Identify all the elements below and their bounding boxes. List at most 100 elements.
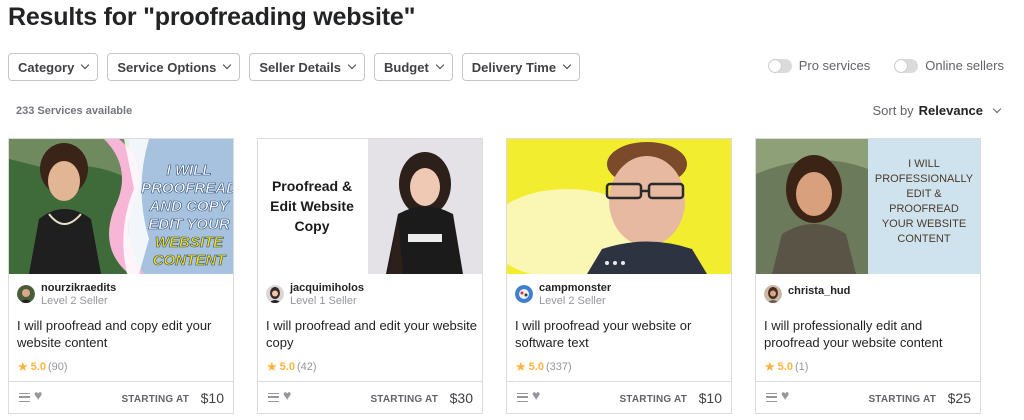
sort-value: Relevance: [918, 103, 983, 118]
toggle-switch[interactable]: [767, 58, 792, 73]
gig-price: $25: [947, 390, 971, 406]
toggle-group: Pro services Online sellers: [767, 58, 1004, 73]
image-caption: EDIT YOUR: [148, 216, 230, 233]
starting-at-label: STARTING AT: [868, 394, 936, 405]
filter-category[interactable]: Category: [8, 53, 99, 81]
rating-value: 5.0: [528, 361, 544, 373]
gig-title[interactable]: I will proofread your website or softwar…: [515, 317, 727, 351]
seller-name[interactable]: campmonster: [539, 282, 611, 295]
review-count: (90): [47, 361, 68, 373]
gig-card[interactable]: I WILL PROOFREAD AND COPY EDIT YOUR WEBS…: [8, 138, 234, 414]
filter-label: Delivery Time: [471, 59, 557, 75]
page-title: Results for "proofreading website": [8, 3, 416, 31]
toggle-knob: [895, 59, 908, 72]
heart-icon[interactable]: ♥: [34, 387, 42, 403]
gig-thumbnail[interactable]: I WILL PROOFREAD AND COPY EDIT YOUR WEBS…: [9, 139, 233, 274]
toggle-label: Pro services: [798, 58, 871, 73]
sort-dropdown[interactable]: Sort by Relevance: [872, 103, 1002, 118]
star-icon: ★: [17, 359, 29, 374]
heart-icon[interactable]: ♥: [781, 387, 789, 403]
image-caption: PROOFREAD: [889, 203, 959, 215]
image-caption: YOUR WEBSITE: [882, 218, 966, 230]
card-footer: ♥ STARTING AT $10: [507, 381, 731, 413]
image-caption: Edit Website: [270, 198, 354, 214]
gig-card[interactable]: campmonster Level 2 Seller I will proofr…: [506, 138, 732, 414]
image-caption: CONTENT: [897, 233, 950, 245]
heart-icon[interactable]: ♥: [532, 387, 540, 403]
filter-delivery-time[interactable]: Delivery Time: [461, 53, 581, 81]
toggle-label: Online sellers: [925, 58, 1004, 73]
filter-label: Service Options: [117, 59, 217, 75]
seller-level: Level 2 Seller: [539, 295, 606, 307]
rating-value: 5.0: [30, 361, 46, 373]
seller-name[interactable]: christa_hud: [788, 285, 850, 298]
image-caption: CONTENT: [153, 252, 227, 269]
filter-service-options[interactable]: Service Options: [107, 53, 241, 81]
avatar[interactable]: [17, 285, 35, 303]
toggle-switch[interactable]: [894, 58, 919, 73]
gig-rating: ★ 5.0 (90): [17, 359, 68, 375]
filter-bar: Category Service Options Seller Details …: [8, 53, 581, 81]
filter-budget[interactable]: Budget: [374, 53, 453, 81]
seller-info: nourzikraedits Level 2 Seller: [17, 282, 116, 308]
image-caption: EDIT &: [906, 188, 942, 200]
seller-info: christa_hud: [764, 282, 850, 303]
seller-level: Level 2 Seller: [41, 295, 108, 307]
image-caption: Proofread &: [272, 178, 352, 194]
card-footer: ♥ STARTING AT $30: [258, 381, 482, 413]
seller-level: Level 1 Seller: [290, 295, 357, 307]
menu-icon[interactable]: [19, 393, 30, 402]
gig-title[interactable]: I will professionally edit and proofread…: [764, 317, 976, 351]
menu-icon[interactable]: [268, 393, 279, 402]
thumbnail-image: I WILL PROFESSIONALLY EDIT & PROOFREAD Y…: [756, 139, 980, 274]
gig-rating: ★ 5.0 (1): [764, 359, 808, 375]
gig-price: $10: [698, 390, 722, 406]
seller-info: jacquimiholos Level 1 Seller: [266, 282, 364, 308]
avatar[interactable]: [764, 285, 782, 303]
menu-icon[interactable]: [766, 393, 777, 402]
chevron-down-icon: [81, 60, 90, 70]
image-caption: WEBSITE: [155, 234, 224, 251]
menu-icon[interactable]: [517, 393, 528, 402]
gig-thumbnail[interactable]: [507, 139, 731, 274]
gig-card[interactable]: Proofread & Edit Website Copy jacquimiho…: [257, 138, 483, 414]
image-caption: PROOFREAD: [141, 180, 233, 197]
gig-title[interactable]: I will proofread and copy edit your webs…: [17, 317, 229, 351]
sort-label: Sort by: [872, 103, 914, 118]
heart-icon[interactable]: ♥: [283, 387, 291, 403]
review-count: (1): [794, 361, 809, 373]
review-count: (42): [296, 361, 317, 373]
rating-value: 5.0: [777, 361, 793, 373]
gig-title[interactable]: I will proofread and edit your website c…: [266, 317, 478, 351]
star-icon: ★: [764, 359, 776, 374]
rating-value: 5.0: [279, 361, 295, 373]
image-caption: PROFESSIONALLY: [875, 173, 974, 185]
avatar[interactable]: [266, 285, 284, 303]
gig-rating: ★ 5.0 (42): [266, 359, 317, 375]
chevron-down-icon: [347, 60, 357, 70]
starting-at-label: STARTING AT: [370, 394, 438, 405]
filter-label: Seller Details: [259, 59, 341, 75]
filter-seller-details[interactable]: Seller Details: [249, 53, 365, 81]
chevron-down-icon: [223, 60, 232, 70]
pro-services-toggle[interactable]: Pro services: [767, 58, 871, 73]
seller-info: campmonster Level 2 Seller: [515, 282, 611, 308]
image-caption: AND COPY: [148, 198, 230, 215]
gig-thumbnail[interactable]: Proofread & Edit Website Copy: [258, 139, 482, 274]
star-icon: ★: [515, 359, 527, 374]
gig-card[interactable]: I WILL PROFESSIONALLY EDIT & PROOFREAD Y…: [755, 138, 981, 414]
thumbnail-image: [507, 139, 731, 274]
seller-name[interactable]: jacquimiholos: [290, 282, 364, 295]
gig-thumbnail[interactable]: I WILL PROFESSIONALLY EDIT & PROOFREAD Y…: [756, 139, 980, 274]
image-caption: I WILL: [167, 162, 212, 179]
card-footer: ♥ STARTING AT $10: [9, 381, 233, 413]
avatar[interactable]: [515, 285, 533, 303]
chevron-down-icon: [992, 104, 1002, 113]
review-count: (337): [545, 361, 572, 373]
seller-name[interactable]: nourzikraedits: [41, 282, 116, 295]
toggle-knob: [768, 59, 781, 72]
online-sellers-toggle[interactable]: Online sellers: [894, 58, 1004, 73]
gig-rating: ★ 5.0 (337): [515, 359, 572, 375]
image-caption: I WILL: [908, 158, 940, 170]
image-caption: Copy: [295, 218, 330, 234]
